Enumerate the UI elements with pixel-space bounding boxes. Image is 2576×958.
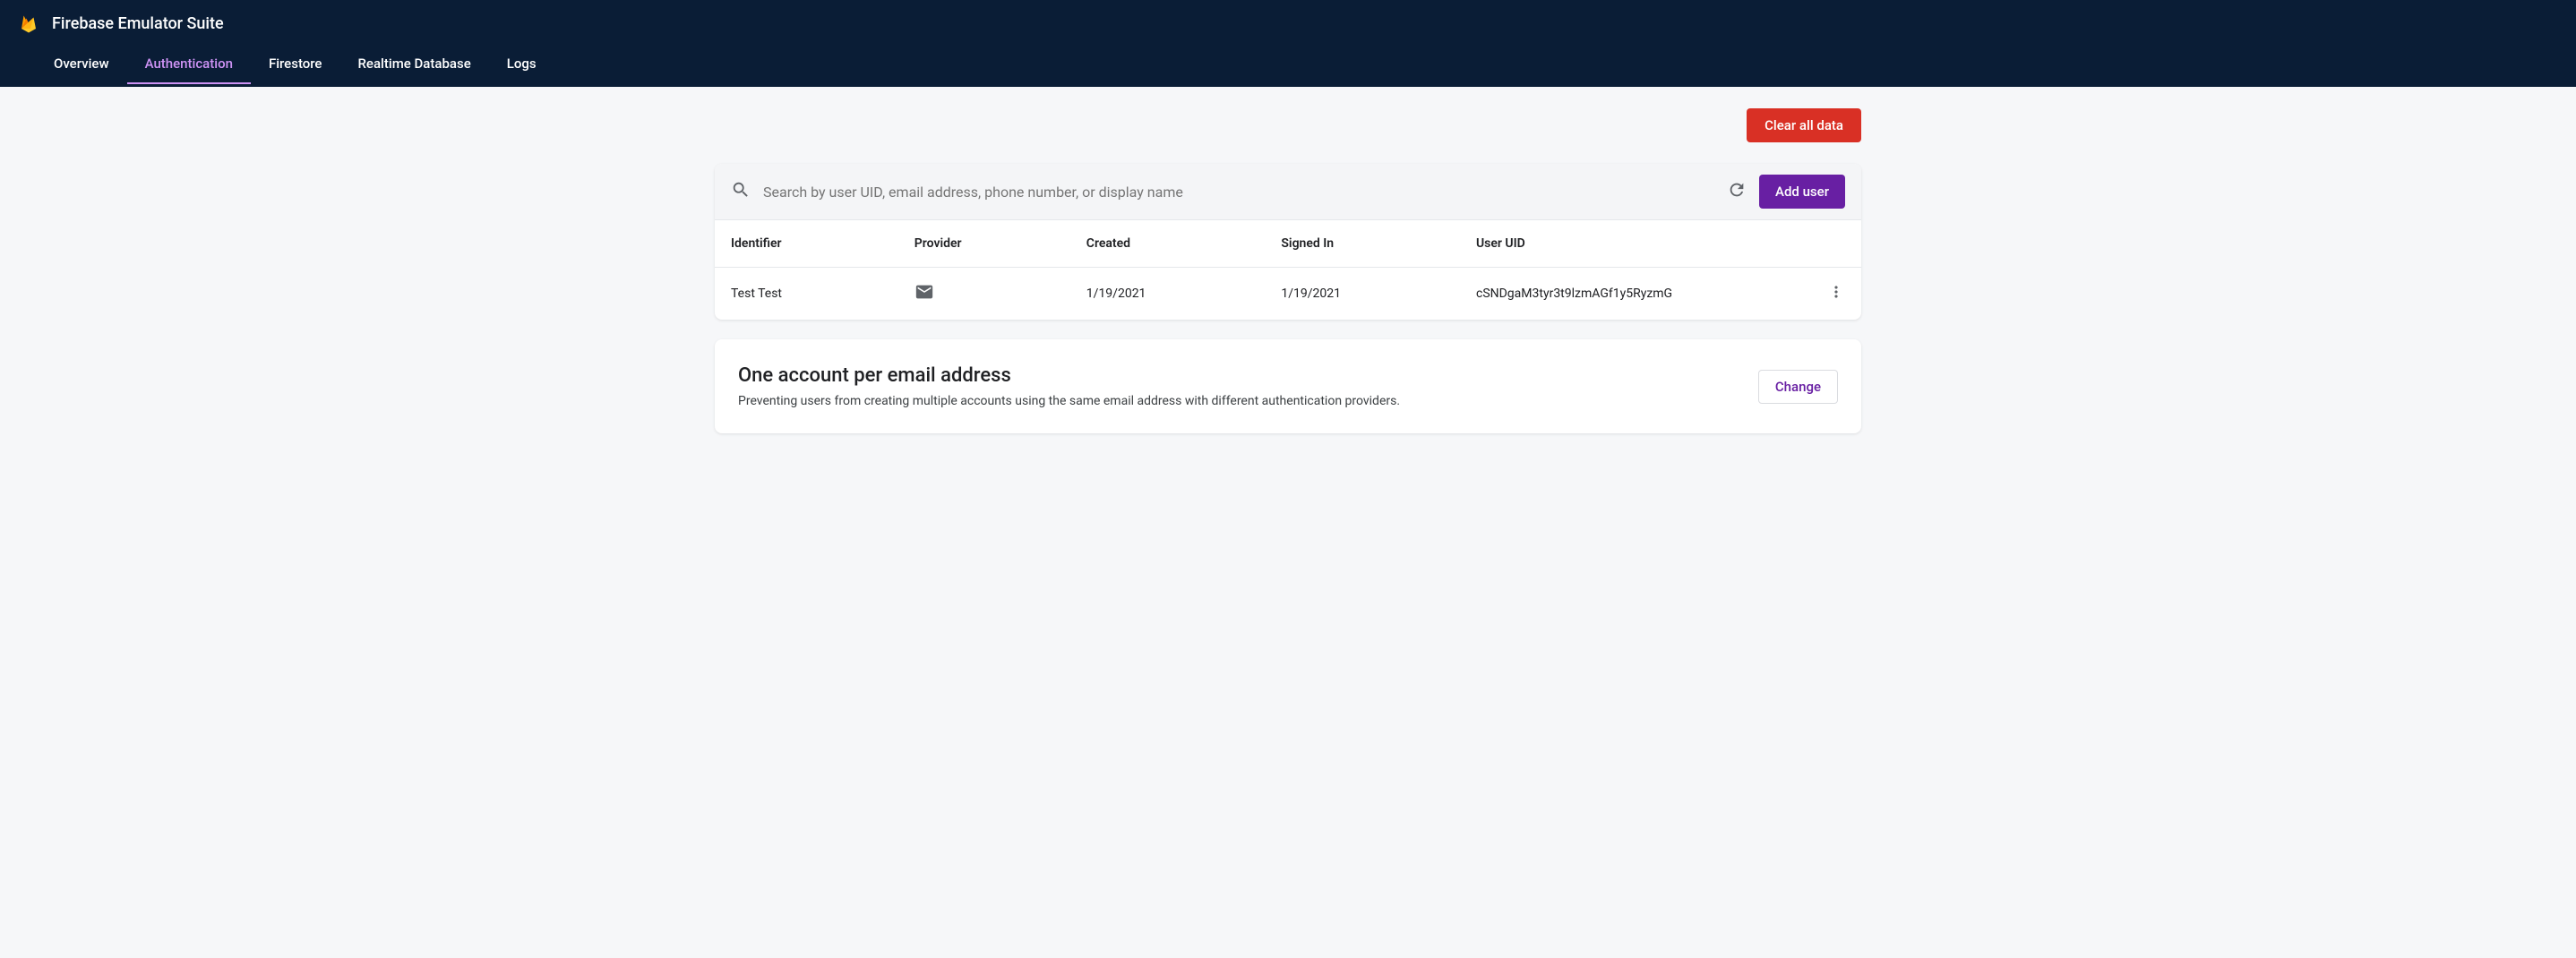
app-title: Firebase Emulator Suite bbox=[52, 14, 224, 33]
cell-user-uid: cSNDgaM3tyr3t9lzmAGf1y5RyzmG bbox=[1460, 268, 1807, 321]
column-header-created: Created bbox=[1070, 220, 1266, 268]
cell-created: 1/19/2021 bbox=[1070, 268, 1266, 321]
cell-identifier: Test Test bbox=[715, 268, 898, 321]
tab-logs[interactable]: Logs bbox=[489, 43, 554, 87]
column-header-actions bbox=[1807, 220, 1861, 268]
cell-signed-in: 1/19/2021 bbox=[1265, 268, 1460, 321]
refresh-icon[interactable] bbox=[1727, 180, 1747, 203]
settings-title: One account per email address bbox=[738, 364, 1758, 387]
column-header-identifier: Identifier bbox=[715, 220, 898, 268]
users-table: Identifier Provider Created Signed In Us… bbox=[715, 220, 1861, 320]
nav-tabs: Overview Authentication Firestore Realti… bbox=[0, 43, 2576, 87]
search-icon bbox=[731, 180, 751, 203]
settings-card: One account per email address Preventing… bbox=[715, 339, 1861, 433]
main-content: Clear all data Add user Identifier Provi… bbox=[661, 87, 1915, 455]
tab-overview[interactable]: Overview bbox=[36, 43, 127, 87]
email-icon bbox=[914, 291, 934, 305]
search-input[interactable] bbox=[763, 184, 1714, 201]
column-header-signed-in: Signed In bbox=[1265, 220, 1460, 268]
change-button[interactable]: Change bbox=[1758, 370, 1838, 404]
add-user-button[interactable]: Add user bbox=[1759, 175, 1845, 209]
more-vert-icon[interactable] bbox=[1827, 290, 1845, 304]
app-header: Firebase Emulator Suite Overview Authent… bbox=[0, 0, 2576, 87]
table-row: Test Test 1/19/2021 1/19/2021 cSNDgaM3ty… bbox=[715, 268, 1861, 321]
tab-firestore[interactable]: Firestore bbox=[251, 43, 340, 87]
users-card: Add user Identifier Provider Created Sig… bbox=[715, 164, 1861, 320]
top-actions: Clear all data bbox=[715, 108, 1861, 142]
search-bar: Add user bbox=[715, 164, 1861, 220]
clear-all-data-button[interactable]: Clear all data bbox=[1747, 108, 1861, 142]
cell-provider bbox=[898, 268, 1070, 321]
settings-description: Preventing users from creating multiple … bbox=[738, 394, 1758, 408]
column-header-provider: Provider bbox=[898, 220, 1070, 268]
header-top: Firebase Emulator Suite bbox=[0, 0, 2576, 43]
tab-authentication[interactable]: Authentication bbox=[127, 43, 251, 87]
tab-realtime-database[interactable]: Realtime Database bbox=[339, 43, 488, 87]
column-header-user-uid: User UID bbox=[1460, 220, 1807, 268]
cell-actions bbox=[1807, 268, 1861, 321]
firebase-logo-icon bbox=[18, 13, 39, 34]
settings-text: One account per email address Preventing… bbox=[738, 364, 1758, 408]
